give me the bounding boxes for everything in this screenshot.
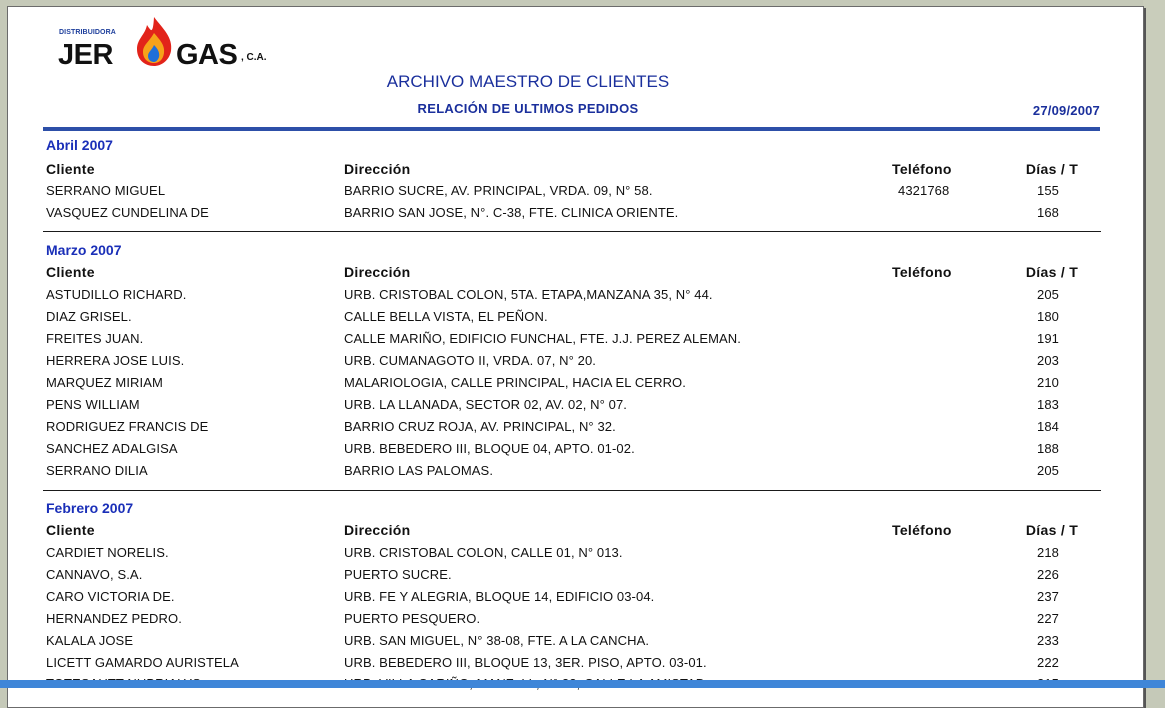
- cell-telefono: 4321768: [898, 183, 950, 198]
- cell-dias: 203: [1037, 353, 1059, 368]
- cell-direccion: URB. BEBEDERO III, BLOQUE 04, APTO. 01-0…: [344, 441, 635, 456]
- cell-direccion: PUERTO PESQUERO.: [344, 611, 481, 626]
- cell-cliente: ASTUDILLO RICHARD.: [46, 287, 187, 302]
- table-row: FREITES JUAN. CALLE MARIÑO, EDIFICIO FUN…: [8, 331, 1143, 353]
- cell-cliente: LICETT GAMARDO AURISTELA: [46, 655, 239, 670]
- logo-distribuidora: DISTRIBUIDORA: [59, 29, 116, 36]
- cell-cliente: CANNAVO, S.A.: [46, 567, 143, 582]
- col-header-cliente: Cliente: [46, 522, 95, 538]
- section-divider: [43, 490, 1101, 491]
- cell-cliente: HERRERA JOSE LUIS.: [46, 353, 185, 368]
- col-header-cliente: Cliente: [46, 161, 95, 177]
- cell-cliente: KALALA JOSE: [46, 633, 134, 648]
- logo-gas: GAS: [176, 39, 238, 71]
- cell-dias: 180: [1037, 309, 1059, 324]
- cell-dias: 155: [1037, 183, 1059, 198]
- cell-cliente: DIAZ GRISEL.: [46, 309, 132, 324]
- section-title-marzo: Marzo 2007: [46, 242, 122, 258]
- logo-jer: JER: [58, 39, 113, 71]
- col-header-dias: Días / T: [1025, 264, 1079, 280]
- report-page: DISTRIBUIDORA JER GAS , C.A. ARCHIVO MAE…: [7, 6, 1144, 708]
- table-row: VASQUEZ CUNDELINA DE BARRIO SAN JOSE, N°…: [8, 205, 1143, 227]
- table-row: CARO VICTORIA DE. URB. FE Y ALEGRIA, BLO…: [8, 589, 1143, 611]
- cell-cliente: PENS WILLIAM: [46, 397, 140, 412]
- cell-cliente: SANCHEZ ADALGISA: [46, 441, 178, 456]
- cell-direccion: URB. LA LLANADA, SECTOR 02, AV. 02, N° 0…: [344, 397, 628, 412]
- cell-direccion: BARRIO CRUZ ROJA, AV. PRINCIPAL, N° 32.: [344, 419, 616, 434]
- table-row: SERRANO MIGUEL BARRIO SUCRE, AV. PRINCIP…: [8, 183, 1143, 205]
- table-row: ASTUDILLO RICHARD. URB. CRISTOBAL COLON,…: [8, 287, 1143, 309]
- cell-dias: 205: [1037, 287, 1059, 302]
- col-header-direccion: Dirección: [344, 264, 411, 280]
- table-row: LICETT GAMARDO AURISTELA URB. BEBEDERO I…: [8, 655, 1143, 677]
- table-row: KALALA JOSE URB. SAN MIGUEL, N° 38-08, F…: [8, 633, 1143, 655]
- col-header-direccion: Dirección: [344, 522, 411, 538]
- cell-dias: 226: [1037, 567, 1059, 582]
- cell-direccion: CALLE MARIÑO, EDIFICIO FUNCHAL, FTE. J.J…: [344, 331, 742, 346]
- cell-direccion: URB. BEBEDERO III, BLOQUE 13, 3ER. PISO,…: [344, 655, 707, 670]
- company-logo: DISTRIBUIDORA JER GAS , C.A.: [58, 15, 288, 71]
- table-row: SANCHEZ ADALGISA URB. BEBEDERO III, BLOQ…: [8, 441, 1143, 463]
- logo-ca: , C.A.: [241, 52, 267, 63]
- cell-dias: 233: [1037, 633, 1059, 648]
- cell-cliente: MARQUEZ MIRIAM: [46, 375, 163, 390]
- cell-dias: 210: [1037, 375, 1059, 390]
- col-header-telefono: Teléfono: [892, 264, 952, 280]
- report-date: 27/09/2007: [1032, 103, 1100, 118]
- cell-cliente: SERRANO MIGUEL: [46, 183, 166, 198]
- col-header-telefono: Teléfono: [892, 161, 952, 177]
- cell-direccion: URB. SAN MIGUEL, N° 38-08, FTE. A LA CAN…: [344, 633, 650, 648]
- table-row: CARDIET NORELIS. URB. CRISTOBAL COLON, C…: [8, 545, 1143, 567]
- cell-cliente: RODRIGUEZ FRANCIS DE: [46, 419, 209, 434]
- table-row: HERNANDEZ PEDRO. PUERTO PESQUERO. 227: [8, 611, 1143, 633]
- col-header-dias: Días / T: [1025, 161, 1079, 177]
- cell-dias: 237: [1037, 589, 1059, 604]
- col-header-cliente: Cliente: [46, 264, 95, 280]
- table-row: SERRANO DILIA BARRIO LAS PALOMAS. 205: [8, 463, 1143, 485]
- table-row: RODRIGUEZ FRANCIS DE BARRIO CRUZ ROJA, A…: [8, 419, 1143, 441]
- window-frame-right: [1143, 0, 1165, 688]
- table-row: HERRERA JOSE LUIS. URB. CUMANAGOTO II, V…: [8, 353, 1143, 375]
- cell-direccion: PUERTO SUCRE.: [344, 567, 452, 582]
- cell-direccion: URB. CRISTOBAL COLON, CALLE 01, N° 013.: [344, 545, 623, 560]
- cell-direccion: CALLE BELLA VISTA, EL PEÑON.: [344, 309, 548, 324]
- window-bottom-bar: [0, 680, 1165, 688]
- table-row: CANNAVO, S.A. PUERTO SUCRE. 226: [8, 567, 1143, 589]
- report-title: ARCHIVO MAESTRO DE CLIENTES: [386, 72, 670, 91]
- cell-direccion: URB. FE Y ALEGRIA, BLOQUE 14, EDIFICIO 0…: [344, 589, 655, 604]
- report-subtitle: RELACIÓN DE ULTIMOS PEDIDOS: [417, 101, 639, 116]
- cell-direccion: URB. CRISTOBAL COLON, 5TA. ETAPA,MANZANA…: [344, 287, 713, 302]
- table-row: MARQUEZ MIRIAM MALARIOLOGIA, CALLE PRINC…: [8, 375, 1143, 397]
- cell-dias: 184: [1037, 419, 1059, 434]
- section-title-abril: Abril 2007: [46, 137, 113, 153]
- cell-direccion: MALARIOLOGIA, CALLE PRINCIPAL, HACIA EL …: [344, 375, 686, 390]
- cell-dias: 218: [1037, 545, 1059, 560]
- cell-dias: 188: [1037, 441, 1059, 456]
- cell-dias: 227: [1037, 611, 1059, 626]
- table-row: PENS WILLIAM URB. LA LLANADA, SECTOR 02,…: [8, 397, 1143, 419]
- col-header-telefono: Teléfono: [892, 522, 952, 538]
- table-row: DIAZ GRISEL. CALLE BELLA VISTA, EL PEÑON…: [8, 309, 1143, 331]
- cell-cliente: FREITES JUAN.: [46, 331, 144, 346]
- col-header-dias: Días / T: [1025, 522, 1079, 538]
- cell-cliente: SERRANO DILIA: [46, 463, 148, 478]
- flame-icon: [137, 17, 172, 66]
- header-rule: [43, 127, 1100, 131]
- cell-dias: 191: [1037, 331, 1059, 346]
- cell-cliente: VASQUEZ CUNDELINA DE: [46, 205, 209, 220]
- section-divider: [43, 231, 1101, 232]
- cell-dias: 183: [1037, 397, 1059, 412]
- cell-direccion: URB. CUMANAGOTO II, VRDA. 07, N° 20.: [344, 353, 597, 368]
- cell-cliente: HERNANDEZ PEDRO.: [46, 611, 182, 626]
- cell-direccion: BARRIO SUCRE, AV. PRINCIPAL, VRDA. 09, N…: [344, 183, 653, 198]
- cell-dias: 168: [1037, 205, 1059, 220]
- cell-cliente: CARO VICTORIA DE.: [46, 589, 175, 604]
- section-title-febrero: Febrero 2007: [46, 500, 134, 516]
- cell-direccion: BARRIO LAS PALOMAS.: [344, 463, 494, 478]
- col-header-direccion: Dirección: [344, 161, 411, 177]
- cell-dias: 205: [1037, 463, 1059, 478]
- cell-direccion: BARRIO SAN JOSE, N°. C-38, FTE. CLINICA …: [344, 205, 679, 220]
- cell-dias: 222: [1037, 655, 1059, 670]
- cell-cliente: CARDIET NORELIS.: [46, 545, 169, 560]
